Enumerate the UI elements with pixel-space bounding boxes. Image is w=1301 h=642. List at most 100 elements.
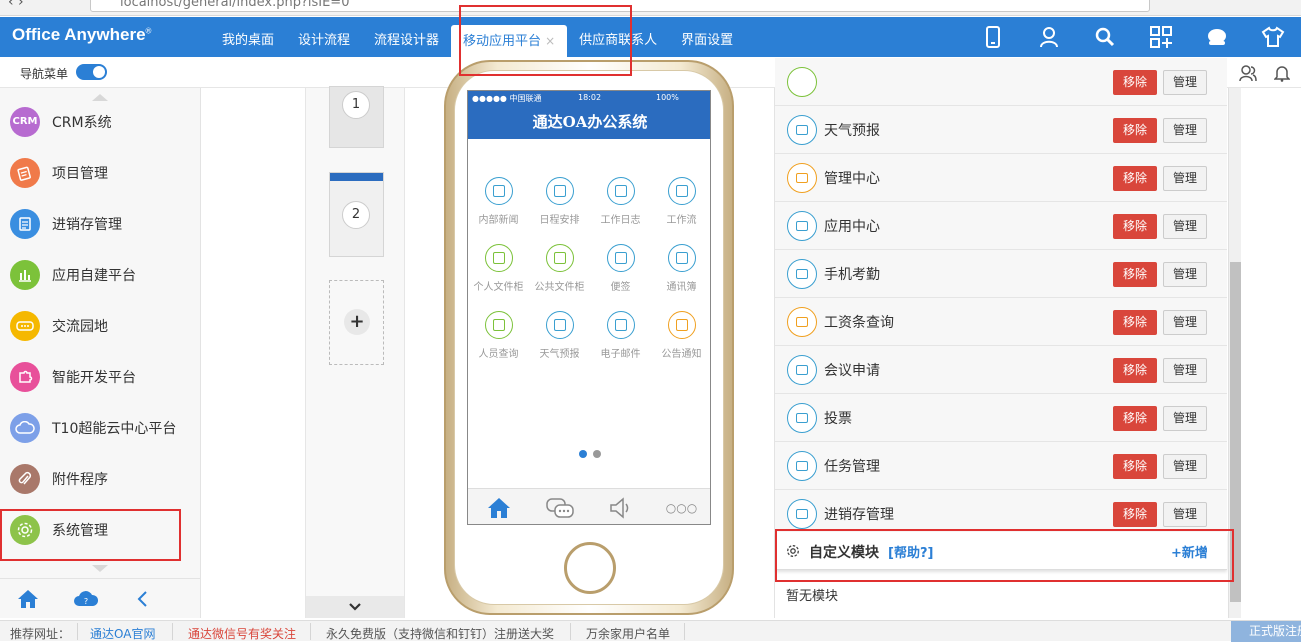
page-thumb-2[interactable]: 2: [329, 172, 384, 257]
apps-grid-icon[interactable]: [1133, 17, 1189, 57]
module-name: 天气预报: [824, 123, 880, 139]
manage-button[interactable]: 管理: [1163, 358, 1207, 383]
app-logo[interactable]: Office Anywhere®: [12, 25, 151, 45]
page-thumb-1[interactable]: 1: [329, 86, 384, 148]
footer-link-wechat[interactable]: 通达微信号有奖关注: [188, 625, 296, 642]
manage-button[interactable]: 管理: [1163, 70, 1207, 95]
app-notes[interactable]: 便签: [590, 244, 651, 304]
info-icon: [787, 163, 817, 193]
app-weather[interactable]: 天气预报: [529, 311, 590, 371]
app-workflow[interactable]: 工作流: [651, 177, 710, 237]
app-work-log[interactable]: 工作日志: [590, 177, 651, 237]
collapse-chevron-icon[interactable]: [128, 587, 156, 611]
app-public-files[interactable]: 公共文件柜: [529, 244, 590, 304]
chat-icon[interactable]: [1189, 17, 1245, 57]
bell-icon[interactable]: [1272, 63, 1292, 83]
module-list-panel: 移除 管理 天气预报 移除 管理 管理中心 移除 管理 应用中心 移除 管理 手…: [774, 58, 1228, 618]
tab-supplier-contacts[interactable]: 供应商联系人: [567, 25, 669, 57]
mobile-icon[interactable]: [965, 17, 1021, 57]
sidebar-item-dev-platform[interactable]: 智能开发平台: [0, 351, 200, 402]
sidebar-item-crm[interactable]: CRM CRM系统: [0, 96, 200, 147]
module-name: 进销存管理: [824, 507, 894, 523]
register-button[interactable]: 正式版注册: [1231, 621, 1301, 642]
phone-chat-icon[interactable]: [529, 489, 590, 524]
module-row-vote: 投票 移除 管理: [775, 394, 1227, 442]
app-announcements[interactable]: 公告通知: [651, 311, 710, 371]
add-module-button[interactable]: +新增: [1171, 542, 1208, 561]
manage-button[interactable]: 管理: [1163, 310, 1207, 335]
sidebar-item-label: 进销存管理: [52, 216, 122, 233]
users-icon[interactable]: [1238, 63, 1258, 83]
manage-button[interactable]: 管理: [1163, 502, 1207, 527]
phone-speaker-icon[interactable]: [590, 489, 651, 524]
manage-button[interactable]: 管理: [1163, 454, 1207, 479]
cloud-help-icon[interactable]: ?: [72, 587, 100, 611]
sidebar-item-t10-cloud[interactable]: T10超能云中心平台: [0, 402, 200, 453]
remove-button[interactable]: 移除: [1113, 406, 1157, 431]
manage-button[interactable]: 管理: [1163, 166, 1207, 191]
help-link[interactable]: [帮助?]: [888, 542, 933, 561]
app-schedule[interactable]: 日程安排: [529, 177, 590, 237]
project-icon: [10, 157, 40, 188]
thumbs-scroll-down-icon[interactable]: [306, 596, 404, 618]
tab-flow-designer[interactable]: 流程设计器: [362, 25, 451, 57]
tab-design-flow[interactable]: 设计流程: [286, 25, 362, 57]
remove-button[interactable]: 移除: [1113, 310, 1157, 335]
app-personal-files[interactable]: 个人文件柜: [468, 244, 529, 304]
app-people-search[interactable]: 人员查询: [468, 311, 529, 371]
remove-button[interactable]: 移除: [1113, 118, 1157, 143]
remove-button[interactable]: 移除: [1113, 454, 1157, 479]
module-row-payslip: 工资条查询 移除 管理: [775, 298, 1227, 346]
module-row-partial: 移除 管理: [775, 58, 1227, 106]
page-indicator: [576, 450, 604, 458]
manage-button[interactable]: 管理: [1163, 118, 1207, 143]
tab-close-icon[interactable]: ×: [545, 34, 555, 48]
sidebar-item-app-builder[interactable]: 应用自建平台: [0, 249, 200, 300]
manage-button[interactable]: 管理: [1163, 214, 1207, 239]
remove-button[interactable]: 移除: [1113, 166, 1157, 191]
panel-scrollbar[interactable]: [1228, 88, 1241, 618]
shirt-icon[interactable]: [1245, 17, 1301, 57]
remove-button[interactable]: 移除: [1113, 358, 1157, 383]
tab-ui-settings[interactable]: 界面设置: [669, 25, 745, 57]
sidebar-item-forum[interactable]: 交流园地: [0, 300, 200, 351]
scrollbar-thumb[interactable]: [1230, 262, 1241, 602]
footer-link-users[interactable]: 万余家用户名单: [586, 625, 670, 642]
app-internal-news[interactable]: 内部新闻: [468, 177, 529, 237]
module-row-app-center: 应用中心 移除 管理: [775, 202, 1227, 250]
remove-button[interactable]: 移除: [1113, 214, 1157, 239]
page-number: 1: [342, 91, 370, 119]
home-icon[interactable]: [14, 587, 42, 611]
top-header: Office Anywhere® 我的桌面 设计流程 流程设计器 移动应用平台 ×…: [0, 17, 1301, 57]
sidebar-item-inventory[interactable]: 进销存管理: [0, 198, 200, 249]
sidebar-item-system-admin[interactable]: 系统管理: [0, 504, 200, 555]
task-icon: [787, 451, 817, 481]
app-address-book[interactable]: 通讯簿: [651, 244, 710, 304]
attendance-icon: [787, 259, 817, 289]
manage-button[interactable]: 管理: [1163, 406, 1207, 431]
phone-more-icon[interactable]: ○○○: [651, 489, 710, 524]
add-page-button[interactable]: +: [329, 280, 384, 365]
module-row-attendance: 手机考勤 移除 管理: [775, 250, 1227, 298]
app-email[interactable]: 电子邮件: [590, 311, 651, 371]
footer-link-official[interactable]: 通达OA官网: [90, 625, 155, 642]
tab-mobile-app-platform[interactable]: 移动应用平台 ×: [451, 25, 568, 57]
phone-home-icon[interactable]: [468, 489, 529, 524]
sidebar-item-attachments[interactable]: 附件程序: [0, 453, 200, 504]
remove-button[interactable]: 移除: [1113, 502, 1157, 527]
cabinet-icon: [545, 244, 574, 272]
back-forward-icons[interactable]: ‹ ›: [8, 0, 24, 10]
sidebar-item-project[interactable]: 项目管理: [0, 147, 200, 198]
user-icon[interactable]: [1021, 17, 1077, 57]
manage-button[interactable]: 管理: [1163, 262, 1207, 287]
tab-my-desktop[interactable]: 我的桌面: [210, 25, 286, 57]
remove-button[interactable]: 移除: [1113, 262, 1157, 287]
nav-menu-toggle[interactable]: [76, 64, 107, 80]
phone-home-button[interactable]: [564, 542, 616, 594]
footer-link-free[interactable]: 永久免费版（支持微信和钉钉）注册送大奖: [326, 625, 554, 642]
remove-button[interactable]: 移除: [1113, 70, 1157, 95]
scroll-down-icon[interactable]: [92, 565, 108, 572]
toggle-knob: [93, 66, 105, 78]
search-icon[interactable]: [1077, 17, 1133, 57]
paperclip-icon: [10, 463, 40, 494]
